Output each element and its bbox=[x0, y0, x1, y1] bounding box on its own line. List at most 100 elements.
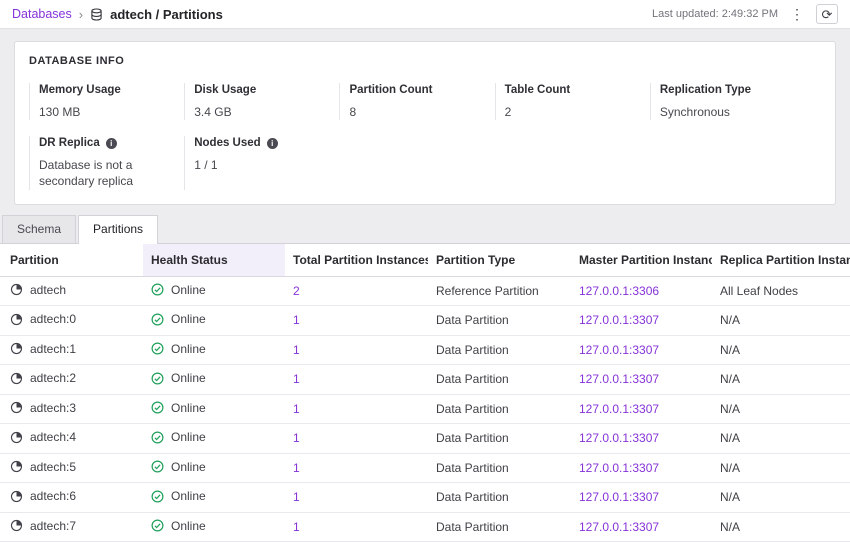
master-instance-link[interactable]: 127.0.0.1:3307 bbox=[579, 313, 659, 327]
table-row[interactable]: adtech:7 Online 1 Data Partition 127.0.0… bbox=[0, 512, 850, 542]
table-row[interactable]: adtech:6 Online 1 Data Partition 127.0.0… bbox=[0, 483, 850, 513]
health-status-text: Online bbox=[171, 460, 206, 474]
breadcrumb-databases-link[interactable]: Databases bbox=[12, 7, 72, 21]
partition-type-text: Data Partition bbox=[436, 343, 509, 357]
stat-label: Table Count bbox=[505, 84, 571, 96]
online-check-icon bbox=[151, 283, 164, 296]
replica-instance-text: N/A bbox=[720, 490, 740, 504]
master-instance-link[interactable]: 127.0.0.1:3307 bbox=[579, 343, 659, 357]
stat-value: 8 bbox=[349, 104, 480, 120]
table-row[interactable]: adtech Online 2 Reference Partition 127.… bbox=[0, 276, 850, 306]
partition-name: adtech:1 bbox=[30, 342, 76, 356]
online-check-icon bbox=[151, 401, 164, 414]
stat-table-count: Table Count 2 bbox=[495, 83, 650, 120]
stat-label: Replication Type bbox=[660, 84, 751, 96]
total-instances-link[interactable]: 1 bbox=[293, 313, 300, 327]
health-status-text: Online bbox=[171, 489, 206, 503]
database-icon bbox=[90, 8, 103, 21]
kebab-menu-button[interactable]: ⋮ bbox=[790, 7, 804, 21]
stat-label: Nodes Used bbox=[194, 137, 260, 149]
total-instances-link[interactable]: 1 bbox=[293, 343, 300, 357]
master-instance-link[interactable]: 127.0.0.1:3307 bbox=[579, 402, 659, 416]
online-check-icon bbox=[151, 372, 164, 385]
master-instance-link[interactable]: 127.0.0.1:3307 bbox=[579, 520, 659, 534]
table-row[interactable]: adtech:1 Online 1 Data Partition 127.0.0… bbox=[0, 335, 850, 365]
partition-name: adtech:7 bbox=[30, 519, 76, 533]
partition-name: adtech:2 bbox=[30, 371, 76, 385]
info-icon[interactable]: i bbox=[106, 138, 117, 149]
total-instances-link[interactable]: 1 bbox=[293, 520, 300, 534]
breadcrumb-separator-icon: › bbox=[79, 7, 83, 22]
replica-instance-text: N/A bbox=[720, 343, 740, 357]
health-status-text: Online bbox=[171, 401, 206, 415]
partition-name: adtech:5 bbox=[30, 460, 76, 474]
breadcrumb: Databases › adtech / Partitions bbox=[12, 7, 223, 22]
replica-instance-text: N/A bbox=[720, 431, 740, 445]
table-row[interactable]: adtech:5 Online 1 Data Partition 127.0.0… bbox=[0, 453, 850, 483]
master-instance-link[interactable]: 127.0.0.1:3307 bbox=[579, 461, 659, 475]
topbar-actions: Last updated: 2:49:32 PM ⋮ ⟳ bbox=[652, 4, 838, 24]
replica-instance-text: N/A bbox=[720, 402, 740, 416]
stat-label: Memory Usage bbox=[39, 84, 121, 96]
stat-value: 3.4 GB bbox=[194, 104, 325, 120]
partition-name: adtech:4 bbox=[30, 430, 76, 444]
partition-name: adtech:3 bbox=[30, 401, 76, 415]
stat-value: Database is not a secondary replica bbox=[39, 157, 170, 189]
partition-type-text: Reference Partition bbox=[436, 284, 539, 298]
table-header-row: PartitionHealth StatusTotal Partition In… bbox=[0, 244, 850, 277]
partition-type-text: Data Partition bbox=[436, 313, 509, 327]
stat-label: Disk Usage bbox=[194, 84, 256, 96]
column-header-master-partition-instance[interactable]: Master Partition Instance ... bbox=[571, 244, 712, 277]
master-instance-link[interactable]: 127.0.0.1:3307 bbox=[579, 431, 659, 445]
total-instances-link[interactable]: 1 bbox=[293, 490, 300, 504]
master-instance-link[interactable]: 127.0.0.1:3306 bbox=[579, 284, 659, 298]
stat-value: 130 MB bbox=[39, 104, 170, 120]
table-row[interactable]: adtech:4 Online 1 Data Partition 127.0.0… bbox=[0, 424, 850, 454]
stat-value: 2 bbox=[505, 104, 636, 120]
partition-pie-icon bbox=[10, 372, 23, 385]
column-header-health-status[interactable]: Health Status bbox=[143, 244, 285, 277]
stat-nodes-used: Nodes Used i 1 / 1 bbox=[184, 136, 339, 189]
column-header-total-partition-instances[interactable]: Total Partition Instances bbox=[285, 244, 428, 277]
column-header-replica-partition-instance[interactable]: Replica Partition Instance ... bbox=[712, 244, 850, 277]
health-status-text: Online bbox=[171, 312, 206, 326]
online-check-icon bbox=[151, 342, 164, 355]
tab-partitions[interactable]: Partitions bbox=[78, 215, 158, 243]
partition-pie-icon bbox=[10, 460, 23, 473]
health-status-text: Online bbox=[171, 519, 206, 533]
stat-dr-replica: DR Replica i Database is not a secondary… bbox=[29, 136, 184, 189]
stat-replication-type: Replication Type Synchronous bbox=[650, 83, 805, 120]
tab-schema[interactable]: Schema bbox=[2, 215, 76, 243]
database-info-title: DATABASE INFO bbox=[29, 55, 821, 67]
partition-type-text: Data Partition bbox=[436, 490, 509, 504]
info-icon[interactable]: i bbox=[267, 138, 278, 149]
health-status-text: Online bbox=[171, 371, 206, 385]
total-instances-link[interactable]: 2 bbox=[293, 284, 300, 298]
stat-disk-usage: Disk Usage 3.4 GB bbox=[184, 83, 339, 120]
partitions-table: PartitionHealth StatusTotal Partition In… bbox=[0, 244, 850, 542]
partition-pie-icon bbox=[10, 401, 23, 414]
partition-type-text: Data Partition bbox=[436, 520, 509, 534]
last-updated-text: Last updated: 2:49:32 PM bbox=[652, 8, 778, 20]
column-header-partition-type[interactable]: Partition Type bbox=[428, 244, 571, 277]
topbar: Databases › adtech / Partitions Last upd… bbox=[0, 0, 850, 29]
online-check-icon bbox=[151, 313, 164, 326]
refresh-button[interactable]: ⟳ bbox=[816, 4, 838, 24]
health-status-text: Online bbox=[171, 430, 206, 444]
total-instances-link[interactable]: 1 bbox=[293, 431, 300, 445]
database-info-card: DATABASE INFO Memory Usage 130 MB Disk U… bbox=[14, 41, 836, 205]
total-instances-link[interactable]: 1 bbox=[293, 461, 300, 475]
table-row[interactable]: adtech:2 Online 1 Data Partition 127.0.0… bbox=[0, 365, 850, 395]
master-instance-link[interactable]: 127.0.0.1:3307 bbox=[579, 490, 659, 504]
total-instances-link[interactable]: 1 bbox=[293, 402, 300, 416]
partitions-table-container: PartitionHealth StatusTotal Partition In… bbox=[0, 243, 850, 542]
page-title: adtech / Partitions bbox=[110, 7, 223, 22]
partition-type-text: Data Partition bbox=[436, 431, 509, 445]
table-row[interactable]: adtech:3 Online 1 Data Partition 127.0.0… bbox=[0, 394, 850, 424]
master-instance-link[interactable]: 127.0.0.1:3307 bbox=[579, 372, 659, 386]
table-row[interactable]: adtech:0 Online 1 Data Partition 127.0.0… bbox=[0, 306, 850, 336]
total-instances-link[interactable]: 1 bbox=[293, 372, 300, 386]
column-header-partition[interactable]: Partition bbox=[0, 244, 143, 277]
online-check-icon bbox=[151, 490, 164, 503]
partition-type-text: Data Partition bbox=[436, 461, 509, 475]
